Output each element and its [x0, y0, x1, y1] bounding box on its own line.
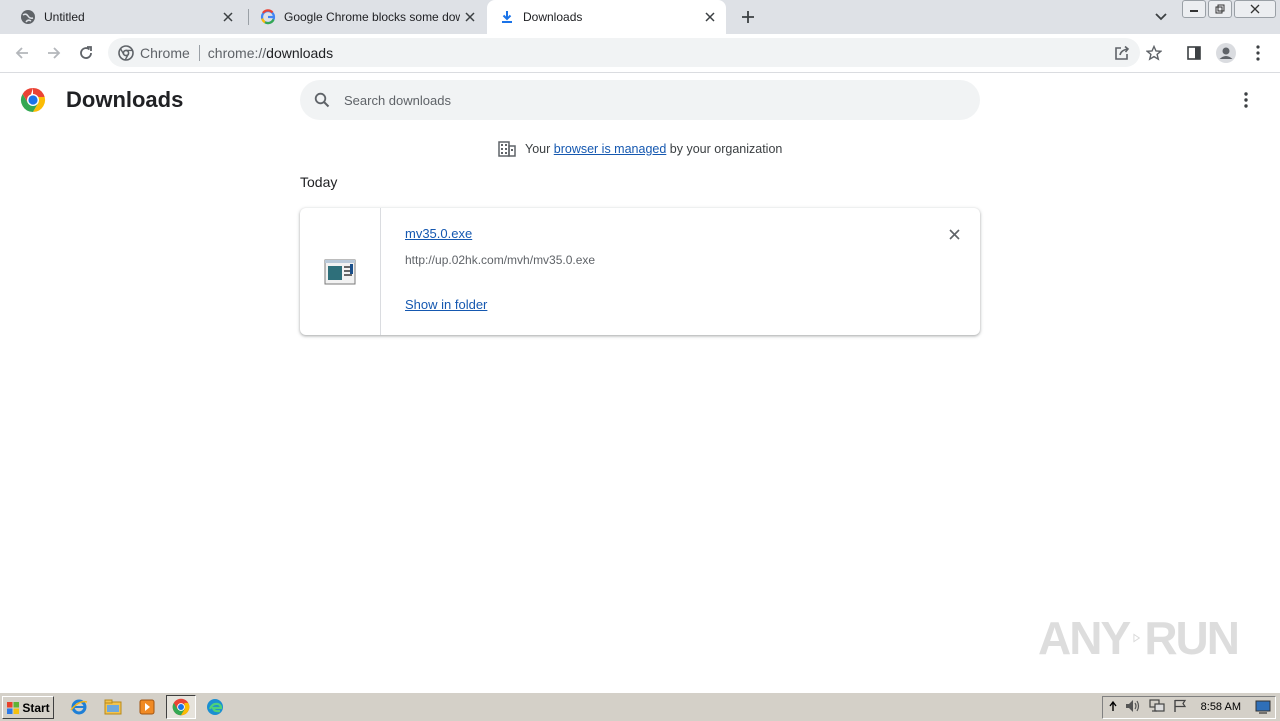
tab-google-chrome-blocks[interactable]: Google Chrome blocks some downloads	[250, 0, 486, 34]
tab-separator	[248, 9, 249, 25]
arrow-left-icon	[15, 47, 28, 59]
reload-button[interactable]	[74, 41, 98, 65]
new-tab-button[interactable]	[738, 8, 758, 26]
google-g-icon	[260, 9, 276, 25]
share-button[interactable]	[1110, 41, 1134, 65]
reload-icon	[80, 46, 92, 59]
avatar-icon	[1216, 43, 1236, 63]
page-title: Downloads	[66, 87, 184, 112]
close-tab-icon[interactable]	[462, 9, 478, 25]
watermark-left: ANY	[1038, 612, 1131, 664]
arrow-right-icon	[48, 47, 61, 59]
media-player-icon[interactable]	[136, 697, 158, 717]
url-scheme: chrome://	[207, 44, 267, 61]
show-hidden-icons-icon[interactable]	[1109, 700, 1117, 715]
tab-search-button[interactable]	[1152, 9, 1170, 25]
close-tab-icon[interactable]	[702, 9, 718, 25]
managed-link[interactable]: browser is managed	[554, 142, 667, 156]
exe-file-icon	[324, 259, 356, 284]
minimize-button[interactable]	[1182, 0, 1206, 18]
chrome-icon	[172, 698, 190, 716]
chrome-menu-button[interactable]	[1246, 41, 1270, 65]
managed-notice: Your browser is managed by your organiza…	[498, 141, 782, 157]
show-desktop-icon[interactable]	[1255, 700, 1271, 717]
kebab-menu-icon	[1244, 92, 1248, 108]
volume-icon[interactable]	[1125, 699, 1141, 716]
system-tray: 8:58 AM	[1102, 696, 1276, 719]
show-in-folder-link[interactable]: Show in folder	[405, 297, 487, 312]
play-logo-icon	[1133, 633, 1141, 643]
download-icon	[499, 9, 515, 25]
remove-download-button[interactable]	[946, 226, 962, 242]
download-source-url: http://up.02hk.com/mvh/mv35.0.exe	[405, 253, 596, 267]
anyrun-watermark: ANY RUN	[1038, 608, 1240, 668]
restore-button[interactable]	[1208, 0, 1232, 18]
network-icon[interactable]	[1149, 699, 1165, 716]
windows-taskbar: Start 8:58 AM	[0, 692, 1280, 721]
url-host: downloads	[266, 44, 334, 61]
window-controls	[1182, 0, 1276, 18]
tab-downloads[interactable]: Downloads	[487, 0, 726, 34]
internet-explorer-icon[interactable]	[68, 697, 90, 717]
managed-prefix: Your	[525, 142, 551, 156]
kebab-menu-icon	[1256, 45, 1260, 61]
bookmark-button[interactable]	[1142, 41, 1166, 65]
search-icon	[314, 92, 330, 108]
tab-title: Untitled	[44, 10, 85, 24]
close-icon	[948, 228, 960, 240]
date-section-heading: Today	[300, 174, 338, 190]
profile-button[interactable]	[1214, 41, 1238, 65]
close-tab-icon[interactable]	[220, 9, 236, 25]
building-icon	[498, 141, 516, 157]
site-chip: Chrome	[140, 44, 190, 61]
share-icon	[1115, 45, 1130, 60]
chrome-logo-icon	[118, 44, 134, 61]
chrome-logo-icon	[20, 87, 46, 118]
address-bar[interactable]: Chrome chrome://downloads	[108, 38, 1140, 67]
start-button[interactable]: Start	[2, 696, 54, 719]
download-item: mv35.0.exe http://up.02hk.com/mvh/mv35.0…	[300, 208, 980, 335]
close-icon	[1250, 4, 1260, 14]
globe-icon	[20, 9, 36, 25]
minimize-icon	[1190, 10, 1198, 12]
restore-icon	[1215, 4, 1225, 14]
windows-logo-icon	[7, 701, 20, 714]
downloads-menu-button[interactable]	[1236, 91, 1256, 109]
close-window-button[interactable]	[1234, 0, 1276, 18]
omnibox-divider	[198, 44, 200, 61]
taskbar-clock[interactable]: 8:58 AM	[1201, 701, 1241, 713]
action-center-flag-icon[interactable]	[1173, 699, 1187, 716]
star-icon	[1146, 45, 1162, 61]
side-panel-icon	[1187, 46, 1201, 60]
tab-title: Google Chrome blocks some downloads	[284, 10, 460, 24]
managed-suffix: by your organization	[669, 142, 783, 156]
edge-icon[interactable]	[204, 697, 226, 717]
chrome-taskbar-button[interactable]	[166, 695, 196, 719]
start-label: Start	[22, 700, 50, 715]
chevron-down-icon	[1155, 13, 1167, 21]
tab-title: Downloads	[523, 10, 583, 24]
tab-untitled[interactable]: Untitled	[8, 0, 244, 34]
search-input[interactable]	[342, 91, 946, 109]
back-button[interactable]	[10, 41, 34, 65]
forward-button[interactable]	[42, 41, 66, 65]
side-panel-button[interactable]	[1182, 41, 1206, 65]
plus-icon	[742, 11, 754, 23]
file-icon-column	[300, 208, 381, 335]
browser-toolbar: Chrome chrome://downloads	[0, 34, 1280, 73]
search-box[interactable]	[300, 80, 980, 120]
tab-strip: Untitled Google Chrome blocks some downl…	[0, 0, 1280, 34]
download-filename-link[interactable]: mv35.0.exe	[405, 226, 472, 241]
watermark-right: RUN	[1144, 612, 1240, 664]
file-explorer-icon[interactable]	[102, 697, 124, 717]
